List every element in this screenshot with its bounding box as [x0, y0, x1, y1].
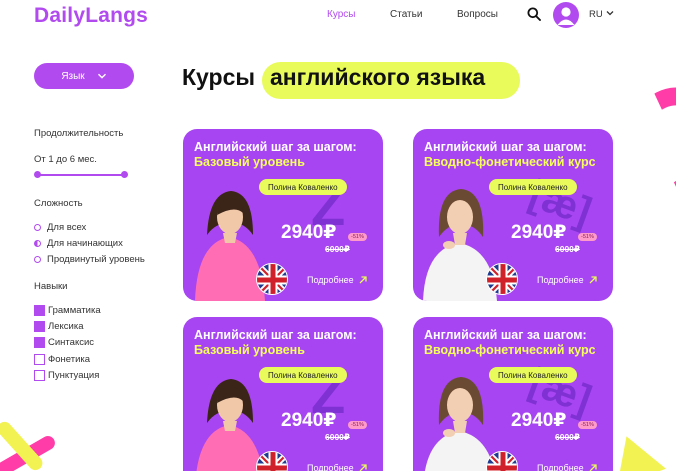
- uk-flag-icon: [486, 263, 518, 295]
- checkbox[interactable]: [34, 354, 45, 365]
- difficulty-option-label: Для начинающих: [47, 238, 123, 249]
- chevron-down-icon: [97, 73, 106, 79]
- difficulty-option[interactable]: Для всех: [34, 222, 86, 233]
- skill-option-label: Фонетика: [48, 354, 91, 365]
- arrow-up-right-icon: [359, 276, 367, 284]
- radio-button[interactable]: [34, 240, 41, 247]
- slider-handle-min[interactable]: [34, 171, 41, 178]
- decorative-ring: [604, 73, 676, 219]
- radio-button[interactable]: [34, 224, 41, 231]
- uk-flag-icon: [486, 451, 518, 471]
- checkbox[interactable]: [34, 370, 45, 381]
- old-price: 6000₽: [555, 432, 580, 442]
- old-price: 6000₽: [325, 244, 350, 254]
- card-title: Английский шаг за шагом:: [194, 328, 357, 342]
- checkbox[interactable]: [34, 305, 45, 316]
- nav-articles[interactable]: Статьи: [390, 9, 422, 20]
- difficulty-option[interactable]: Для начинающих: [34, 238, 123, 249]
- course-card[interactable]: Z Английский шаг за шагом: Базовый урове…: [183, 129, 383, 301]
- more-link[interactable]: Подробнее: [307, 463, 368, 471]
- uk-flag-icon: [256, 263, 288, 295]
- language-filter-button[interactable]: Язык: [34, 63, 134, 89]
- author-badge: Полина Коваленко: [259, 179, 347, 195]
- skill-option-label: Синтаксис: [48, 337, 95, 348]
- author-badge: Полина Коваленко: [259, 367, 347, 383]
- skill-option[interactable]: Фонетика: [34, 354, 90, 365]
- skill-option[interactable]: Синтаксис: [34, 337, 94, 348]
- course-card[interactable]: Z Английский шаг за шагом: Базовый урове…: [183, 317, 383, 471]
- avatar[interactable]: [553, 2, 579, 28]
- old-price: 6000₽: [555, 244, 580, 254]
- card-title: Английский шаг за шагом:: [424, 140, 587, 154]
- difficulty-option-label: Продвинутый уровень: [47, 254, 145, 265]
- card-subtitle: Базовый уровень: [194, 343, 305, 357]
- price: 2940₽: [511, 222, 567, 243]
- arrow-up-right-icon: [359, 464, 367, 471]
- course-card[interactable]: [æ] Английский шаг за шагом: Вводно-фоне…: [413, 129, 613, 301]
- site-header: DailyLangs Курсы Статьи Вопросы RU: [0, 0, 676, 30]
- radio-button[interactable]: [34, 256, 41, 263]
- card-subtitle: Базовый уровень: [194, 155, 305, 169]
- difficulty-heading: Сложность: [34, 198, 83, 209]
- discount-badge: -51%: [348, 421, 367, 429]
- skill-option-label: Грамматика: [48, 305, 101, 316]
- duration-heading: Продолжительность: [34, 128, 124, 139]
- old-price: 6000₽: [325, 432, 350, 442]
- card-title: Английский шаг за шагом:: [194, 140, 357, 154]
- skill-option-label: Лексика: [48, 321, 84, 332]
- card-title: Английский шаг за шагом:: [424, 328, 587, 342]
- card-subtitle: Вводно-фонетический курс: [424, 343, 596, 357]
- language-selector[interactable]: RU: [589, 9, 603, 20]
- logo[interactable]: DailyLangs: [34, 4, 148, 28]
- discount-badge: -51%: [578, 233, 597, 241]
- difficulty-option[interactable]: Продвинутый уровень: [34, 254, 145, 265]
- uk-flag-icon: [256, 451, 288, 471]
- page-title-highlight: английского языка: [270, 64, 486, 90]
- page-title: Курсы: [182, 64, 256, 90]
- author-badge: Полина Коваленко: [489, 179, 577, 195]
- arrow-up-right-icon: [589, 276, 597, 284]
- skill-option-label: Пунктуация: [48, 370, 100, 381]
- nav-questions[interactable]: Вопросы: [457, 9, 498, 20]
- nav-courses[interactable]: Курсы: [327, 9, 355, 20]
- language-filter-label: Язык: [61, 70, 85, 82]
- price: 2940₽: [511, 410, 567, 431]
- more-link[interactable]: Подробнее: [307, 275, 368, 285]
- duration-value: От 1 до 6 мес.: [34, 154, 97, 165]
- user-icon: [557, 7, 575, 25]
- more-link[interactable]: Подробнее: [537, 275, 598, 285]
- more-link-label: Подробнее: [537, 275, 584, 285]
- checkbox[interactable]: [34, 337, 45, 348]
- difficulty-option-label: Для всех: [47, 222, 87, 233]
- more-link[interactable]: Подробнее: [537, 463, 598, 471]
- price: 2940₽: [281, 222, 337, 243]
- discount-badge: -51%: [348, 233, 367, 241]
- more-link-label: Подробнее: [307, 275, 354, 285]
- slider-handle-max[interactable]: [121, 171, 128, 178]
- discount-badge: -51%: [578, 421, 597, 429]
- more-link-label: Подробнее: [537, 463, 584, 471]
- card-subtitle: Вводно-фонетический курс: [424, 155, 596, 169]
- skills-heading: Навыки: [34, 281, 68, 292]
- more-link-label: Подробнее: [307, 463, 354, 471]
- duration-slider[interactable]: [37, 174, 125, 176]
- author-badge: Полина Коваленко: [489, 367, 577, 383]
- search-icon[interactable]: [527, 7, 541, 21]
- arrow-up-right-icon: [589, 464, 597, 471]
- chevron-down-icon[interactable]: [606, 9, 614, 17]
- checkbox[interactable]: [34, 321, 45, 332]
- skill-option[interactable]: Лексика: [34, 321, 84, 332]
- price: 2940₽: [281, 410, 337, 431]
- course-card[interactable]: [æ] Английский шаг за шагом: Вводно-фоне…: [413, 317, 613, 471]
- skill-option[interactable]: Пунктуация: [34, 370, 99, 381]
- skill-option[interactable]: Грамматика: [34, 305, 101, 316]
